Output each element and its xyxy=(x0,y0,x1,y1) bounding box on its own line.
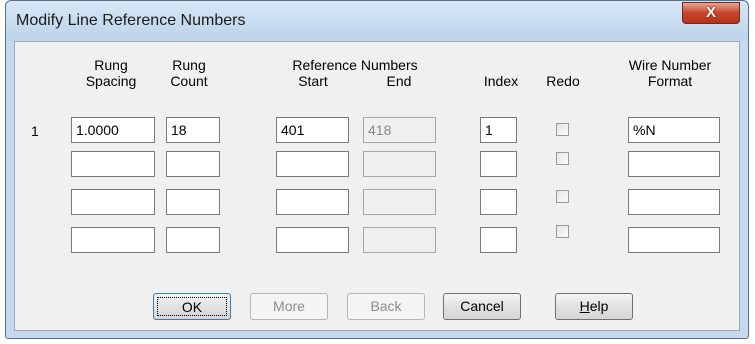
rung-count-input[interactable] xyxy=(166,189,220,215)
header-rung-count: Rung Count xyxy=(170,57,208,89)
dialog-window: Modify Line Reference Numbers X Rung Spac… xyxy=(5,0,749,339)
wire-number-format-input[interactable] xyxy=(628,151,720,177)
index-input[interactable] xyxy=(480,189,517,215)
reference-end-input xyxy=(363,151,436,177)
dialog-client-area: Rung Spacing Rung Count Reference Numbers … xyxy=(14,41,740,331)
header-wire-number-format: Wire Number Format xyxy=(628,57,712,89)
help-button[interactable]: Help xyxy=(555,293,633,320)
rung-count-input[interactable]: 18 xyxy=(166,117,220,143)
rung-spacing-input[interactable]: 1.0000 xyxy=(71,117,155,143)
reference-start-input[interactable] xyxy=(276,189,349,215)
wire-number-format-input[interactable]: %N xyxy=(628,117,720,143)
row-number: 1 xyxy=(31,123,39,139)
rung-spacing-input[interactable] xyxy=(71,189,155,215)
wire-number-format-input[interactable] xyxy=(628,189,720,215)
index-input[interactable] xyxy=(480,227,517,253)
close-icon: X xyxy=(705,4,716,21)
close-button[interactable]: X xyxy=(682,2,740,24)
header-index: Index xyxy=(483,73,519,89)
header-start: Start xyxy=(298,73,328,89)
cancel-button[interactable]: Cancel xyxy=(443,293,521,320)
rung-spacing-input[interactable] xyxy=(71,151,155,177)
redo-checkbox[interactable] xyxy=(556,152,569,165)
rung-spacing-input[interactable] xyxy=(71,227,155,253)
reference-start-input[interactable] xyxy=(276,227,349,253)
redo-checkbox[interactable] xyxy=(556,190,569,203)
reference-start-input[interactable] xyxy=(276,151,349,177)
ok-button[interactable]: OK xyxy=(153,293,231,320)
reference-end-input xyxy=(363,189,436,215)
header-rung-spacing: Rung Spacing xyxy=(85,57,137,89)
header-redo: Redo xyxy=(546,73,580,89)
title-bar[interactable]: Modify Line Reference Numbers X xyxy=(6,1,748,41)
help-mnemonic: H xyxy=(579,298,590,314)
header-reference-numbers: Reference Numbers xyxy=(292,57,418,73)
reference-start-input[interactable]: 401 xyxy=(276,117,349,143)
reference-end-input: 418 xyxy=(363,117,436,143)
reference-end-input xyxy=(363,227,436,253)
rung-count-input[interactable] xyxy=(166,151,220,177)
header-end: End xyxy=(386,73,412,89)
more-button: More xyxy=(250,293,328,320)
wire-number-format-input[interactable] xyxy=(628,227,720,253)
ok-button-label: OK xyxy=(157,297,227,316)
redo-checkbox[interactable] xyxy=(556,225,569,238)
back-button: Back xyxy=(347,293,425,320)
rung-count-input[interactable] xyxy=(166,227,220,253)
index-input[interactable] xyxy=(480,151,517,177)
redo-checkbox[interactable] xyxy=(556,123,569,136)
dialog-title: Modify Line Reference Numbers xyxy=(16,12,246,29)
index-input[interactable]: 1 xyxy=(480,117,517,143)
help-label: elp xyxy=(589,298,609,314)
